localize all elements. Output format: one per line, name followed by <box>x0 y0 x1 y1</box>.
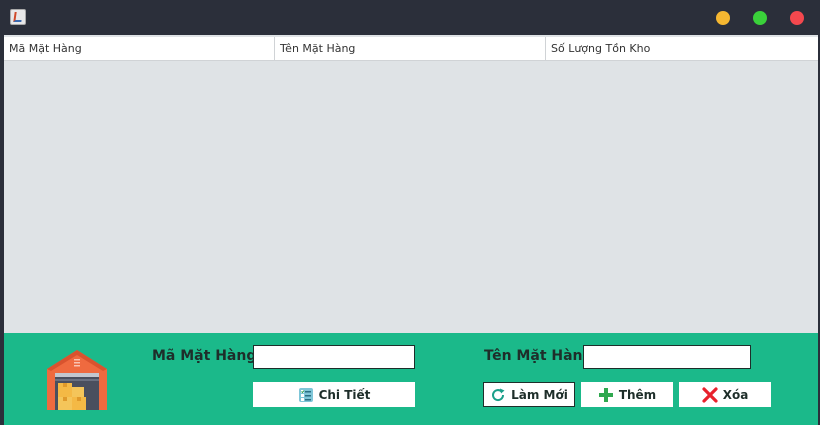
maximize-button[interactable] <box>753 11 767 25</box>
refresh-button-label: Làm Mới <box>511 387 568 402</box>
column-header-ten[interactable]: Tên Mặt Hàng <box>275 37 546 61</box>
close-button[interactable] <box>790 11 804 25</box>
form-panel: Mã Mặt Hàng Tên Mặt Hàng Chi Tiết Làm Mớ… <box>4 333 818 425</box>
warehouse-icon <box>47 350 107 410</box>
app-window: Mã Mặt Hàng Tên Mặt Hàng Số Lượng Tồn Kh… <box>0 0 820 425</box>
add-button[interactable]: Thêm <box>581 382 673 407</box>
checklist-icon <box>298 387 313 402</box>
table-body[interactable] <box>4 61 818 332</box>
delete-button-label: Xóa <box>722 387 749 402</box>
column-header-ma[interactable]: Mã Mặt Hàng <box>4 37 275 61</box>
plus-icon <box>598 387 613 402</box>
minimize-button[interactable] <box>716 11 730 25</box>
table-header: Mã Mặt Hàng Tên Mặt Hàng Số Lượng Tồn Kh… <box>4 37 818 61</box>
ten-mat-hang-label: Tên Mặt Hàng <box>484 348 593 364</box>
detail-button[interactable]: Chi Tiết <box>253 382 415 407</box>
refresh-button[interactable]: Làm Mới <box>483 382 575 407</box>
ten-mat-hang-input[interactable] <box>583 345 751 369</box>
detail-button-label: Chi Tiết <box>318 387 371 402</box>
java-app-icon <box>10 9 26 25</box>
add-button-label: Thêm <box>618 387 657 402</box>
ma-mat-hang-input[interactable] <box>253 345 415 369</box>
close-x-icon <box>702 386 718 403</box>
ma-mat-hang-label: Mã Mặt Hàng <box>152 348 257 364</box>
delete-button[interactable]: Xóa <box>679 382 771 407</box>
refresh-icon <box>492 388 505 401</box>
title-bar <box>0 0 820 34</box>
column-header-so-luong[interactable]: Số Lượng Tồn Kho <box>546 37 818 61</box>
